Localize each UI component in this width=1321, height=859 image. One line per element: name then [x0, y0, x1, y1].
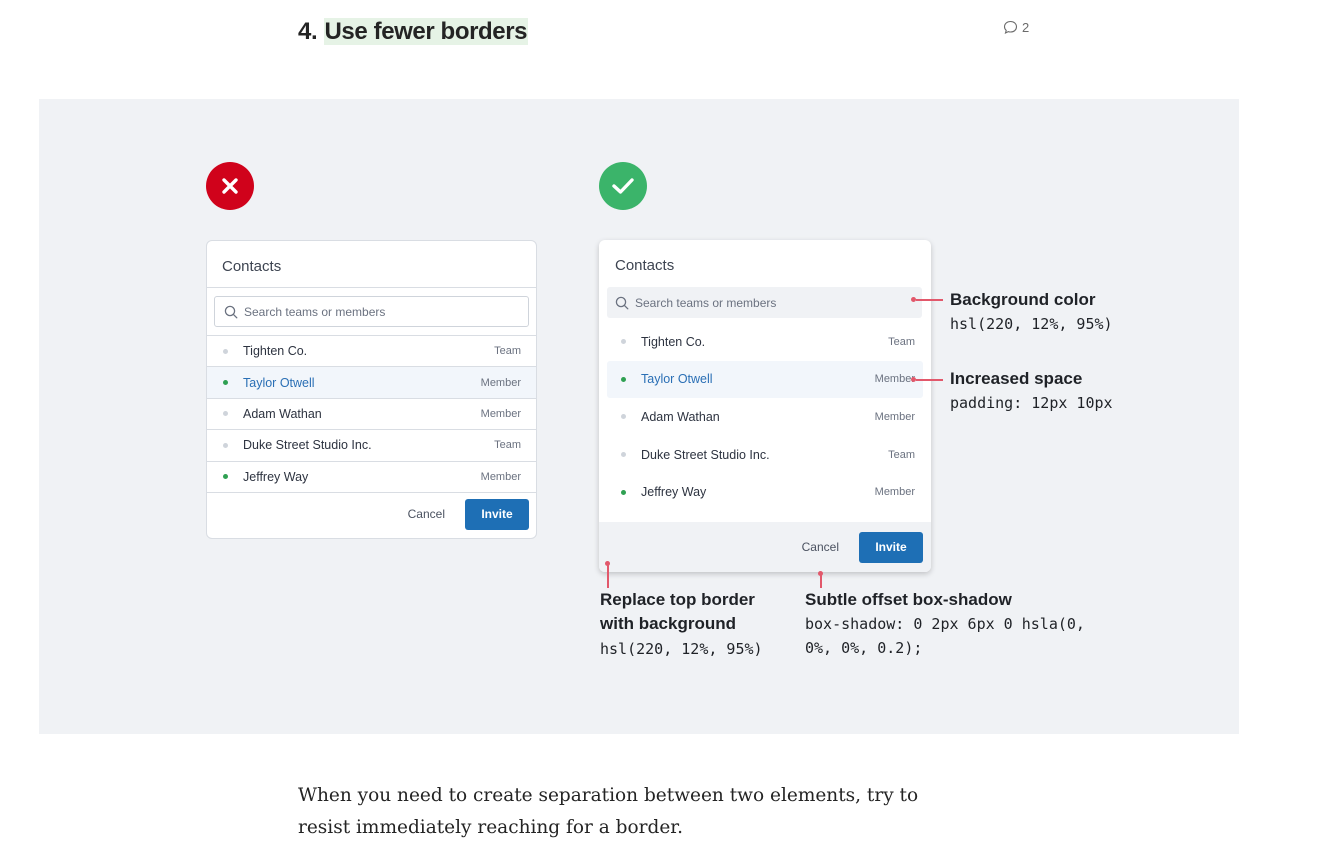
- list-item[interactable]: Tighten Co. Team: [607, 323, 923, 361]
- search-input[interactable]: Search teams or members: [607, 287, 922, 318]
- good-example-badge: [599, 162, 647, 210]
- contact-name: Duke Street Studio Inc.: [641, 447, 770, 462]
- contact-name: Jeffrey Way: [641, 485, 707, 500]
- annotation-background-code: hsl(220, 12%, 95%): [950, 315, 1113, 333]
- contact-name: Adam Wathan: [641, 409, 720, 424]
- status-dot: [621, 452, 626, 458]
- comments-button[interactable]: 2: [1003, 20, 1029, 35]
- contact-name: Taylor Otwell: [243, 375, 315, 390]
- search-placeholder: Search teams or members: [635, 295, 777, 310]
- list-item[interactable]: Taylor Otwell Member: [207, 367, 536, 399]
- cancel-button[interactable]: Cancel: [802, 540, 839, 554]
- status-dot: [223, 348, 228, 354]
- invite-button[interactable]: Invite: [465, 498, 529, 530]
- list-item[interactable]: Tighten Co. Team: [207, 336, 536, 368]
- cancel-button[interactable]: Cancel: [408, 507, 445, 521]
- contact-type: Member: [480, 407, 521, 420]
- card-footer: Cancel Invite: [207, 490, 536, 538]
- list-item[interactable]: Adam Wathan Member: [607, 398, 923, 436]
- heading-number: 4.: [298, 18, 318, 45]
- article-heading: 4. Use fewer borders: [298, 15, 529, 49]
- contact-type: Team: [888, 448, 915, 461]
- list-item[interactable]: Duke Street Studio Inc. Team: [607, 436, 923, 474]
- contact-type: Team: [494, 439, 521, 452]
- contact-name: Adam Wathan: [243, 406, 322, 421]
- contact-type: Team: [888, 335, 915, 348]
- card-footer: Cancel Invite: [599, 522, 931, 572]
- card-title: Contacts: [222, 258, 282, 275]
- x-mark-icon: [222, 178, 238, 194]
- status-dot: [621, 414, 626, 420]
- status-dot: [621, 376, 626, 382]
- contact-list: Tighten Co. Team Taylor Otwell Member Ad…: [207, 335, 536, 493]
- search-placeholder: Search teams or members: [244, 304, 386, 319]
- annotation-replace-title-line1: Replace top border: [600, 590, 755, 609]
- list-item[interactable]: Jeffrey Way Member: [207, 462, 536, 493]
- status-dot: [223, 380, 228, 386]
- annotation-space-code: padding: 12px 10px: [950, 394, 1113, 412]
- contact-type: Member: [480, 470, 521, 483]
- search-input[interactable]: Search teams or members: [214, 296, 529, 327]
- contact-name: Tighten Co.: [641, 334, 706, 349]
- annotation-shadow-code-line1: box-shadow: 0 2px 6px 0 hsla(0,: [805, 615, 1085, 633]
- status-dot: [223, 411, 228, 417]
- annotation-shadow-code-line2: 0%, 0%, 0.2);: [805, 639, 923, 657]
- list-item[interactable]: Adam Wathan Member: [207, 399, 536, 431]
- annotation-background-title: Background color: [950, 290, 1096, 309]
- annotation-shadow-title: Subtle offset box-shadow: [805, 590, 1012, 609]
- contact-type: Member: [874, 410, 915, 423]
- contact-type: Team: [494, 345, 521, 358]
- contact-name: Jeffrey Way: [243, 469, 309, 484]
- title-divider: [207, 287, 536, 288]
- heading-highlighted-text: Use fewer borders: [323, 18, 529, 45]
- list-item[interactable]: Jeffrey Way Member: [607, 473, 923, 511]
- status-dot: [223, 442, 228, 448]
- list-item[interactable]: Duke Street Studio Inc. Team: [207, 430, 536, 462]
- annotation-replace-code: hsl(220, 12%, 95%): [600, 640, 763, 658]
- card-title: Contacts: [615, 257, 675, 274]
- bad-example-badge: [206, 162, 254, 210]
- annotation-line-space: [916, 379, 943, 381]
- good-contacts-card: Contacts Search teams or members Tighten…: [599, 240, 931, 572]
- status-dot: [621, 339, 626, 345]
- annotation-line-replace: [607, 564, 609, 588]
- status-dot: [621, 489, 626, 495]
- search-icon: [615, 296, 629, 309]
- figure-illustration: Contacts Search teams or members Tighten…: [39, 99, 1239, 734]
- search-icon: [224, 305, 238, 318]
- article-paragraph: When you need to create separation betwe…: [298, 785, 919, 838]
- contact-type: Member: [874, 373, 915, 386]
- comment-count: 2: [1022, 20, 1030, 35]
- contact-type: Member: [480, 376, 521, 389]
- contact-type: Member: [874, 486, 915, 499]
- annotation-line-background: [916, 299, 943, 301]
- bad-contacts-card: Contacts Search teams or members Tighten…: [206, 240, 537, 539]
- contact-list: Tighten Co. Team Taylor Otwell Member Ad…: [599, 323, 931, 511]
- contact-name: Taylor Otwell: [641, 372, 713, 387]
- contact-name: Tighten Co.: [243, 344, 308, 359]
- status-dot: [223, 474, 228, 480]
- comment-bubble-icon: [1003, 20, 1018, 35]
- annotation-space-title: Increased space: [950, 369, 1083, 388]
- list-item[interactable]: Taylor Otwell Member: [607, 360, 923, 399]
- check-mark-icon: [612, 178, 634, 194]
- contact-name: Duke Street Studio Inc.: [243, 438, 372, 453]
- annotation-line-shadow: [820, 573, 822, 588]
- invite-button[interactable]: Invite: [859, 531, 923, 563]
- annotation-replace-title-line2: with background: [600, 614, 736, 633]
